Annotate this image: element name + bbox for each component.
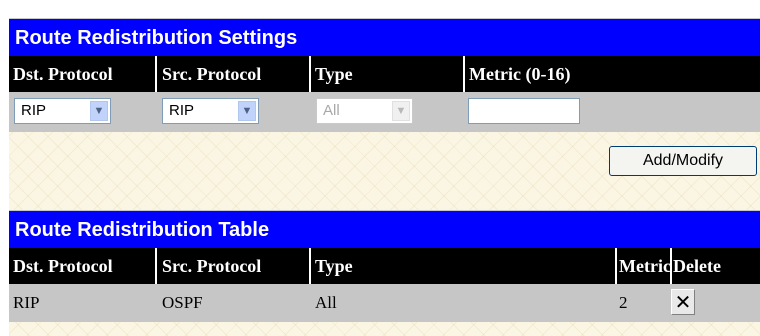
table-header-type: Type [315, 256, 353, 276]
row-src-protocol: OSPF [162, 293, 203, 312]
table-header-delete: Delete [673, 256, 721, 276]
route-redistribution-panel: Route Redistribution Settings Dst. Proto… [9, 18, 760, 336]
metric-input[interactable] [468, 98, 580, 124]
settings-header-metric: Metric (0-16) [469, 64, 571, 84]
column-separator [615, 248, 617, 284]
column-separator [463, 56, 465, 92]
table-title: Route Redistribution Table [9, 210, 760, 248]
settings-header-row: Dst. Protocol Src. Protocol Type Metric … [9, 56, 760, 92]
table-row: RIP OSPF All 2 ✕ [9, 284, 760, 322]
chevron-down-icon[interactable]: ▼ [238, 101, 256, 121]
table-header-metric: Metric [619, 256, 671, 276]
type-select[interactable]: All ▼ [316, 98, 413, 124]
settings-title: Route Redistribution Settings [9, 18, 760, 56]
chevron-down-icon: ▼ [392, 101, 410, 121]
page: Route Redistribution Settings Dst. Proto… [0, 0, 760, 336]
table-header-row: Dst. Protocol Src. Protocol Type Metric … [9, 248, 760, 284]
delete-x-icon[interactable]: ✕ [671, 289, 695, 315]
src-protocol-value: RIP [169, 102, 195, 119]
row-dst-protocol: RIP [13, 293, 40, 312]
row-metric: 2 [619, 293, 628, 312]
column-separator [155, 248, 157, 284]
settings-header-src: Src. Protocol [162, 64, 262, 84]
column-separator [309, 248, 311, 284]
type-value: All [323, 102, 340, 119]
row-type: All [315, 293, 337, 312]
settings-header-dst: Dst. Protocol [13, 64, 113, 84]
dst-protocol-value: RIP [21, 102, 47, 119]
column-separator [309, 56, 311, 92]
settings-input-row: RIP ▼ RIP ▼ All ▼ [9, 92, 760, 132]
chevron-down-icon[interactable]: ▼ [90, 101, 108, 121]
table-header-src: Src. Protocol [162, 256, 262, 276]
src-protocol-select[interactable]: RIP ▼ [162, 98, 259, 124]
dst-protocol-select[interactable]: RIP ▼ [14, 98, 111, 124]
add-modify-button[interactable]: Add/Modify [609, 146, 757, 176]
column-separator [155, 56, 157, 92]
table-header-dst: Dst. Protocol [13, 256, 113, 276]
settings-header-type: Type [315, 64, 353, 84]
column-separator [670, 248, 672, 284]
